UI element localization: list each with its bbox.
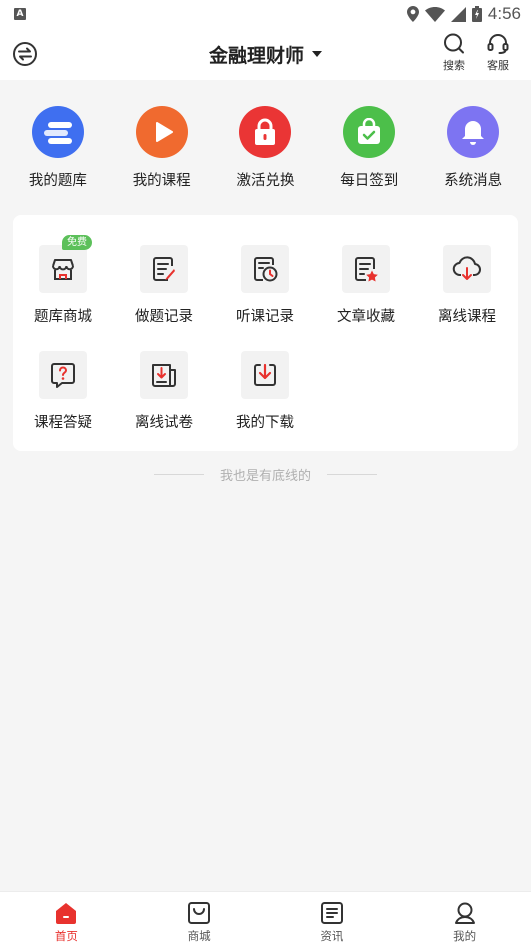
tool-label: 课程答疑 <box>34 415 92 431</box>
page-title: 金融理财师 <box>208 44 304 67</box>
end-of-list-note: 我也是有底线的 <box>0 462 531 486</box>
search-button[interactable]: 搜索 <box>438 32 470 73</box>
quick-actions: 我的题库 我的课程 激活兑换 每日签到 系统消息 <box>0 80 531 200</box>
quick-action-label: 每日签到 <box>340 173 399 189</box>
tab-shop[interactable]: 商城 <box>133 892 266 947</box>
tool-question-store[interactable]: 免费 题库商城 <box>13 235 113 326</box>
tool-offline-papers[interactable]: 离线试卷 <box>114 351 214 432</box>
question-bank-icon <box>31 106 84 158</box>
status-bar: A 4:56 <box>0 0 531 28</box>
tool-label: 离线试卷 <box>135 415 193 431</box>
quick-action-label: 系统消息 <box>444 173 503 189</box>
switch-icon <box>13 42 37 66</box>
tool-label: 题库商城 <box>34 309 92 325</box>
notification-icon: A <box>14 8 26 20</box>
search-icon <box>444 33 464 54</box>
news-icon <box>320 902 343 924</box>
tool-offline-courses[interactable]: 离线课程 <box>417 245 517 326</box>
tab-label: 首页 <box>54 929 78 943</box>
tool-my-downloads[interactable]: 我的下载 <box>215 351 315 432</box>
quick-action-label: 激活兑换 <box>236 173 295 189</box>
quick-action-question-bank[interactable]: 我的题库 <box>13 80 103 200</box>
location-icon <box>406 6 419 22</box>
tool-label: 文章收藏 <box>337 309 395 325</box>
battery-icon <box>471 6 482 22</box>
home-icon <box>56 903 77 924</box>
tool-article-favorites[interactable]: 文章收藏 <box>316 245 416 326</box>
tool-label: 听课记录 <box>236 309 294 325</box>
headset-icon <box>487 34 509 54</box>
paper-download-icon <box>140 351 188 399</box>
service-label: 客服 <box>487 59 509 72</box>
store-icon: 免费 <box>39 235 92 293</box>
tool-listening-record[interactable]: 听课记录 <box>215 245 315 326</box>
divider <box>153 473 204 475</box>
tab-news[interactable]: 资讯 <box>266 892 399 947</box>
free-badge: 免费 <box>62 235 92 250</box>
edit-record-icon <box>140 245 188 293</box>
tool-label: 离线课程 <box>438 309 496 325</box>
bottom-tab-bar: 首页 商城 资讯 我的 <box>0 891 531 947</box>
bell-icon <box>447 106 500 158</box>
lock-icon <box>239 106 292 158</box>
quick-action-activate[interactable]: 激活兑换 <box>220 80 310 200</box>
play-icon <box>135 106 188 158</box>
shopping-bag-icon <box>188 902 211 924</box>
question-icon <box>39 351 87 399</box>
signal-icon <box>450 6 466 22</box>
chevron-down-icon <box>312 51 322 57</box>
end-of-list-text: 我也是有底线的 <box>219 468 311 484</box>
tool-practice-record[interactable]: 做题记录 <box>114 245 214 326</box>
customer-service-button[interactable]: 客服 <box>482 32 514 73</box>
tool-label: 做题记录 <box>135 309 193 325</box>
tab-label: 资讯 <box>320 929 344 943</box>
checkin-bag-icon <box>343 106 396 158</box>
top-bar: 金融理财师 搜索 客服 <box>0 28 531 80</box>
tools-card: 免费 题库商城 做题记录 听课记录 文章收藏 离线课程 课程答疑 离线试卷 我的… <box>13 215 518 451</box>
switch-exam-button[interactable] <box>12 41 38 67</box>
tool-label: 我的下载 <box>236 415 294 431</box>
tool-course-qa[interactable]: 课程答疑 <box>13 351 113 432</box>
tab-home[interactable]: 首页 <box>0 892 133 947</box>
quick-action-daily-checkin[interactable]: 每日签到 <box>324 80 414 200</box>
quick-action-system-messages[interactable]: 系统消息 <box>428 80 518 200</box>
tab-me[interactable]: 我的 <box>398 892 531 947</box>
quick-action-label: 我的课程 <box>132 173 191 189</box>
wifi-icon <box>424 6 445 22</box>
clock-time: 4:56 <box>487 4 521 23</box>
tab-label: 商城 <box>187 929 211 943</box>
download-icon <box>241 351 289 399</box>
quick-action-my-courses[interactable]: 我的课程 <box>117 80 207 200</box>
divider <box>327 473 377 475</box>
subject-selector[interactable]: 金融理财师 <box>209 41 322 68</box>
tab-label: 我的 <box>453 929 477 943</box>
star-document-icon <box>342 245 390 293</box>
clock-record-icon <box>241 245 289 293</box>
search-label: 搜索 <box>443 59 465 72</box>
cloud-download-icon <box>443 245 491 293</box>
profile-icon <box>454 902 475 924</box>
quick-action-label: 我的题库 <box>28 173 87 189</box>
